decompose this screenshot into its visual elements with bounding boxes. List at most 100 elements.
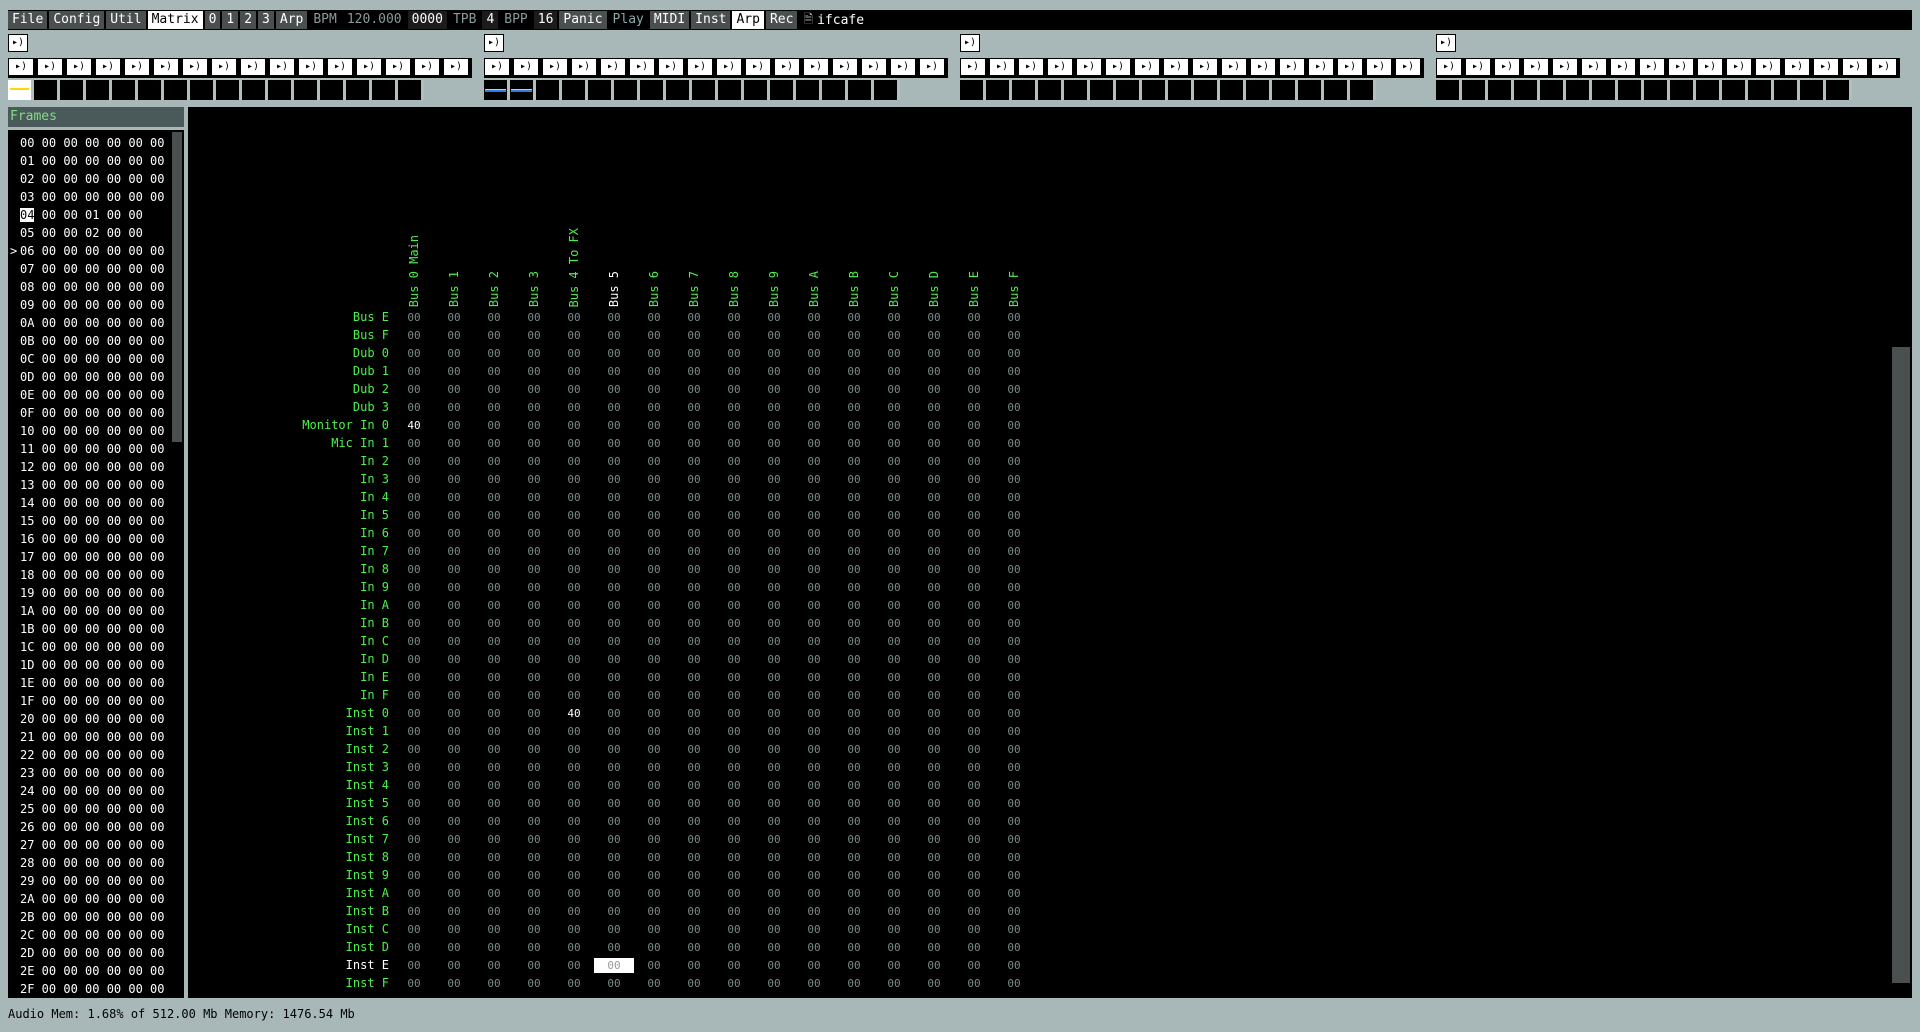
matrix-cell[interactable]: 00 — [874, 940, 914, 955]
matrix-cell[interactable]: 00 — [914, 562, 954, 577]
matrix-cell[interactable]: 00 — [714, 814, 754, 829]
matrix-cell[interactable]: 00 — [914, 796, 954, 811]
channel-speaker-icon[interactable]: ▸) — [66, 58, 92, 76]
matrix-cell[interactable]: 00 — [514, 886, 554, 901]
matrix-cell[interactable]: 00 — [834, 616, 874, 631]
matrix-row-label[interactable]: In 9 — [360, 580, 389, 594]
frame-row[interactable]: 09 00 00 00 00 00 00 — [20, 296, 165, 314]
matrix-cell[interactable]: 00 — [514, 346, 554, 361]
matrix-cell[interactable]: 00 — [954, 544, 994, 559]
matrix-cell[interactable]: 00 — [794, 976, 834, 991]
matrix-cell[interactable]: 00 — [834, 454, 874, 469]
matrix-cell[interactable]: 00 — [514, 454, 554, 469]
matrix-cell[interactable]: 00 — [834, 598, 874, 613]
channel-speaker-icon[interactable]: ▸) — [1842, 58, 1868, 76]
matrix-cell[interactable]: 00 — [434, 796, 474, 811]
matrix-cell[interactable]: 00 — [474, 688, 514, 703]
matrix-cell[interactable]: 00 — [554, 886, 594, 901]
matrix-row-label[interactable]: Inst 8 — [346, 850, 389, 864]
matrix-cell[interactable]: 00 — [914, 832, 954, 847]
matrix-cell[interactable]: 00 — [834, 436, 874, 451]
matrix-cell[interactable]: 00 — [874, 760, 914, 775]
matrix-cell[interactable]: 00 — [634, 922, 674, 937]
matrix-cell[interactable]: 00 — [714, 508, 754, 523]
matrix-cell[interactable]: 00 — [874, 886, 914, 901]
matrix-column-header[interactable]: Bus A — [807, 271, 821, 307]
matrix-cell[interactable]: 00 — [394, 328, 434, 343]
matrix-cell[interactable]: 00 — [394, 580, 434, 595]
channel-speaker-icon[interactable]: ▸) — [1581, 58, 1607, 76]
matrix-cell[interactable]: 00 — [514, 796, 554, 811]
matrix-cell[interactable]: 00 — [674, 976, 714, 991]
matrix-cell[interactable]: 00 — [554, 778, 594, 793]
matrix-cell[interactable]: 00 — [674, 706, 714, 721]
matrix-cell[interactable]: 00 — [714, 742, 754, 757]
matrix-cell[interactable]: 00 — [914, 382, 954, 397]
matrix-cell[interactable]: 00 — [874, 796, 914, 811]
matrix-cell[interactable]: 00 — [834, 868, 874, 883]
matrix-cell[interactable]: 00 — [394, 922, 434, 937]
matrix-cell[interactable]: 00 — [954, 580, 994, 595]
matrix-cell[interactable]: 00 — [994, 634, 1034, 649]
matrix-cell[interactable]: 00 — [994, 724, 1034, 739]
matrix-cell[interactable]: 00 — [434, 904, 474, 919]
matrix-cell[interactable]: 00 — [794, 886, 834, 901]
matrix-cell[interactable]: 00 — [514, 832, 554, 847]
frame-row[interactable]: 29 00 00 00 00 00 00 — [20, 872, 165, 890]
matrix-cell[interactable]: 00 — [794, 418, 834, 433]
matrix-cell[interactable]: 00 — [634, 544, 674, 559]
matrix-cell[interactable]: 00 — [794, 652, 834, 667]
matrix-cell[interactable]: 00 — [394, 868, 434, 883]
matrix-cell[interactable]: 00 — [594, 580, 634, 595]
matrix-cell[interactable]: 00 — [554, 526, 594, 541]
matrix-cell[interactable]: 00 — [994, 850, 1034, 865]
matrix-cell[interactable]: 00 — [874, 616, 914, 631]
matrix-cell[interactable]: 00 — [874, 418, 914, 433]
matrix-cell[interactable]: 00 — [554, 760, 594, 775]
matrix-cell[interactable]: 00 — [914, 814, 954, 829]
matrix-cell[interactable]: 00 — [554, 652, 594, 667]
matrix-cell[interactable]: 00 — [954, 382, 994, 397]
matrix-cell[interactable]: 00 — [674, 814, 714, 829]
matrix-column-header[interactable]: Bus 1 — [447, 271, 461, 307]
matrix-cell[interactable]: 00 — [514, 364, 554, 379]
inst-button[interactable]: Inst — [691, 11, 731, 29]
matrix-cell[interactable]: 00 — [954, 436, 994, 451]
matrix-cell[interactable]: 00 — [794, 832, 834, 847]
matrix-cell[interactable]: 00 — [474, 346, 514, 361]
matrix-cell[interactable]: 00 — [794, 724, 834, 739]
matrix-cell[interactable]: 00 — [634, 706, 674, 721]
matrix-cell[interactable]: 00 — [394, 490, 434, 505]
matrix-cell[interactable]: 00 — [914, 742, 954, 757]
matrix-cell[interactable]: 00 — [634, 382, 674, 397]
matrix-cell[interactable]: 00 — [514, 598, 554, 613]
matrix-cell[interactable]: 00 — [954, 778, 994, 793]
matrix-cell[interactable]: 00 — [394, 760, 434, 775]
matrix-cell[interactable]: 00 — [474, 598, 514, 613]
matrix-cell[interactable]: 00 — [714, 580, 754, 595]
channel-speaker-icon[interactable]: ▸) — [327, 58, 353, 76]
matrix-cell[interactable]: 00 — [594, 616, 634, 631]
matrix-cell[interactable]: 00 — [914, 544, 954, 559]
matrix-cell[interactable]: 00 — [434, 706, 474, 721]
matrix-cell[interactable]: 00 — [914, 454, 954, 469]
matrix-cell[interactable]: 00 — [994, 616, 1034, 631]
matrix-cell[interactable]: 00 — [394, 778, 434, 793]
channel-speaker-icon[interactable]: ▸) — [803, 58, 829, 76]
matrix-cell[interactable]: 00 — [834, 706, 874, 721]
matrix-cell[interactable]: 00 — [794, 850, 834, 865]
matrix-cell[interactable]: 00 — [834, 850, 874, 865]
matrix-cell[interactable]: 00 — [954, 724, 994, 739]
matrix-cell[interactable]: 00 — [594, 508, 634, 523]
channel-speaker-icon[interactable]: ▸) — [1192, 58, 1218, 76]
matrix-cell[interactable]: 00 — [914, 634, 954, 649]
frame-row[interactable]: 02 00 00 00 00 00 00 — [20, 170, 165, 188]
matrix-cell[interactable]: 00 — [994, 544, 1034, 559]
channel-speaker-icon[interactable]: ▸) — [414, 58, 440, 76]
channel-speaker-icon[interactable]: ▸) — [153, 58, 179, 76]
matrix-cell[interactable]: 00 — [634, 832, 674, 847]
matrix-row-label[interactable]: In A — [360, 598, 389, 612]
matrix-cell[interactable]: 00 — [714, 904, 754, 919]
matrix-cell[interactable]: 00 — [394, 670, 434, 685]
matrix-cell[interactable]: 00 — [754, 778, 794, 793]
